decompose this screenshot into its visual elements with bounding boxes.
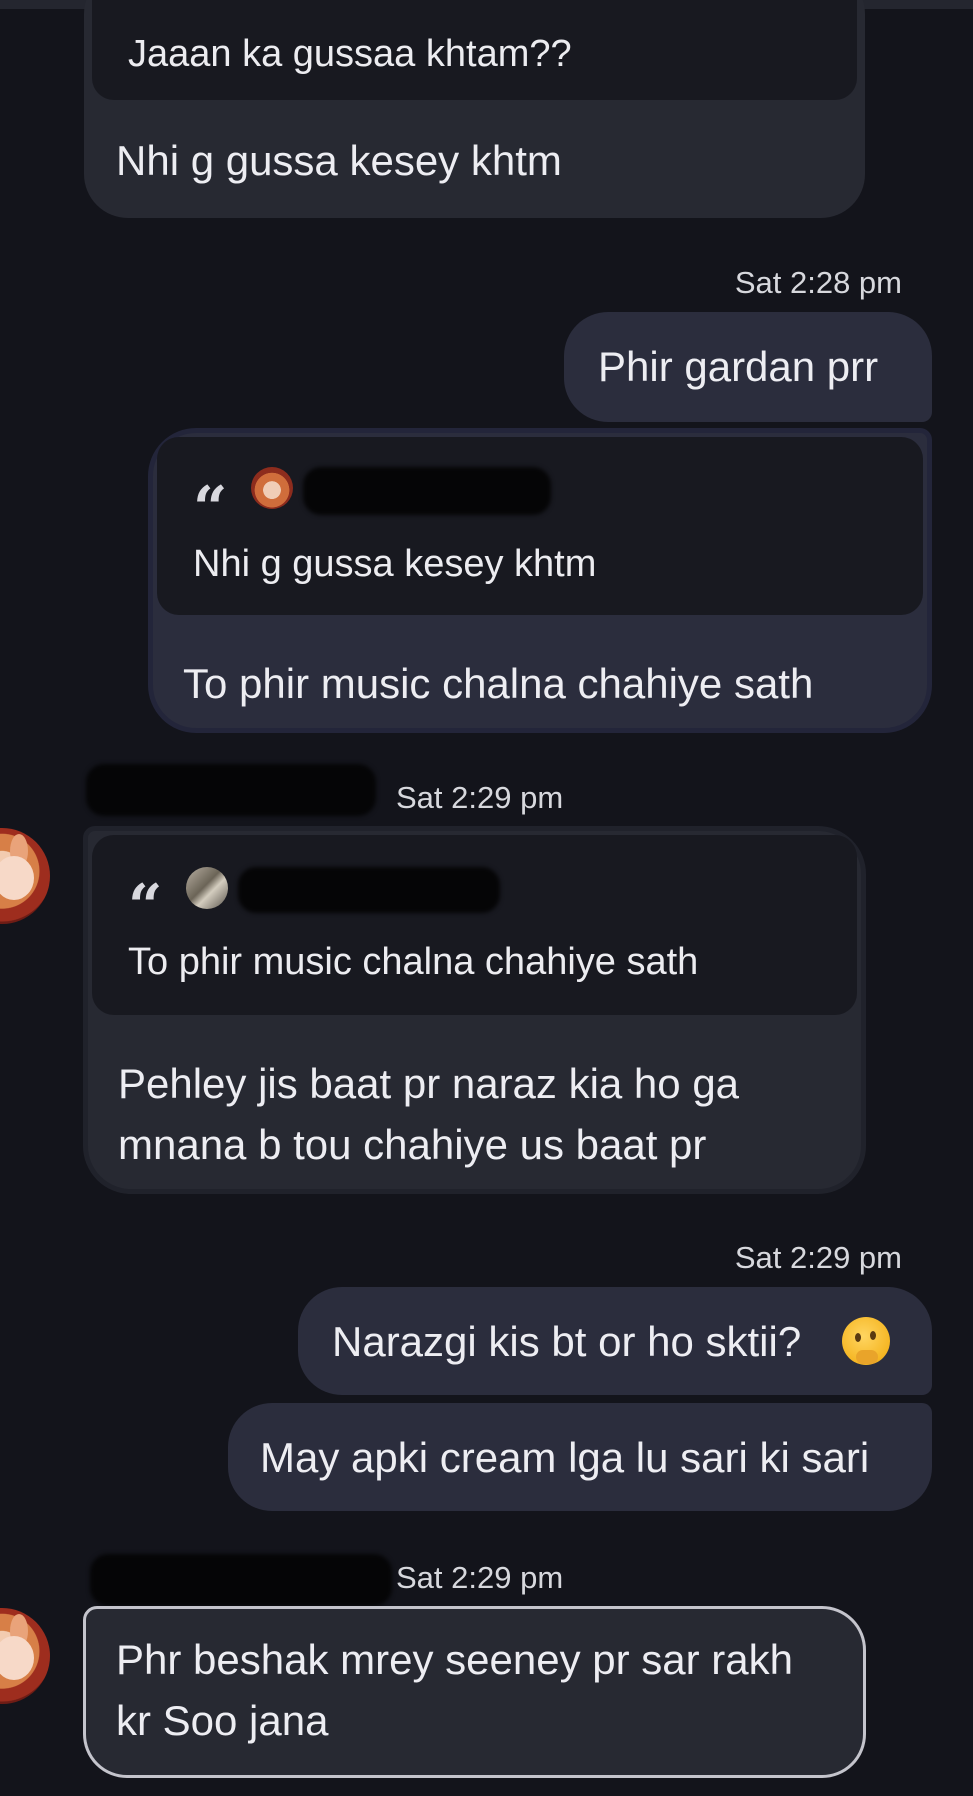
incoming-message-bubble[interactable]: Phr beshak mrey seeney pr sar rakh kr So… <box>83 1606 866 1778</box>
message-text: Narazgi kis bt or ho sktii? <box>332 1318 802 1365</box>
redacted-sender-name <box>90 1554 392 1606</box>
thinking-face-emoji-icon <box>842 1317 890 1365</box>
sender-avatar[interactable] <box>0 1608 50 1704</box>
quoted-author-avatar <box>251 467 293 509</box>
quoted-message[interactable]: “ To phir music chalna chahiye sath <box>92 835 857 1015</box>
quote-icon: “ <box>193 474 228 544</box>
incoming-message-bubble[interactable]: Jaaan ka gussaa khtam?? Nhi g gussa kese… <box>84 0 865 218</box>
outgoing-message-bubble[interactable]: May apki cream lga lu sari ki sari <box>228 1403 932 1511</box>
sender-avatar[interactable] <box>0 828 50 924</box>
message-text-line-1: Phr beshak mrey seeney pr sar rakh <box>116 1636 793 1683</box>
avatar-face <box>0 1636 34 1680</box>
redacted-sender-name <box>86 764 376 816</box>
quoted-text: Jaaan ka gussaa khtam?? <box>128 33 572 75</box>
timestamp: Sat 2:29 pm <box>734 1240 902 1275</box>
redacted-author-name <box>303 467 551 515</box>
timestamp: Sat 2:29 pm <box>396 1560 564 1595</box>
timestamp: Sat 2:28 pm <box>734 265 902 300</box>
quoted-author-avatar <box>186 867 228 909</box>
message-text-line-2: mnana b tou chahiye us baat pr <box>118 1121 707 1168</box>
message-text: May apki cream lga lu sari ki sari <box>260 1434 870 1481</box>
quoted-text: Nhi g gussa kesey khtm <box>193 543 597 585</box>
quoted-text: To phir music chalna chahiye sath <box>128 941 699 983</box>
outgoing-message-bubble[interactable]: Phir gardan prr <box>564 312 932 422</box>
message-text-line-1: Pehley jis baat pr naraz kia ho ga <box>118 1060 740 1107</box>
quoted-message[interactable]: Jaaan ka gussaa khtam?? <box>92 0 857 100</box>
quoted-message[interactable]: “ Nhi g gussa kesey khtm <box>157 437 923 615</box>
message-text: Phir gardan prr <box>598 343 879 390</box>
message-text: To phir music chalna chahiye sath <box>183 660 814 707</box>
outgoing-message-bubble[interactable]: Narazgi kis bt or ho sktii? <box>298 1287 932 1395</box>
message-text: Nhi g gussa kesey khtm <box>116 137 562 184</box>
outgoing-reply-bubble[interactable]: “ Nhi g gussa kesey khtm To phir music c… <box>148 428 932 733</box>
avatar-face <box>0 856 34 900</box>
incoming-reply-bubble[interactable]: “ To phir music chalna chahiye sath Pehl… <box>83 826 866 1194</box>
quote-icon: “ <box>128 872 163 942</box>
message-text-line-2: kr Soo jana <box>116 1697 329 1744</box>
redacted-author-name <box>238 867 500 913</box>
timestamp: Sat 2:29 pm <box>396 780 564 815</box>
